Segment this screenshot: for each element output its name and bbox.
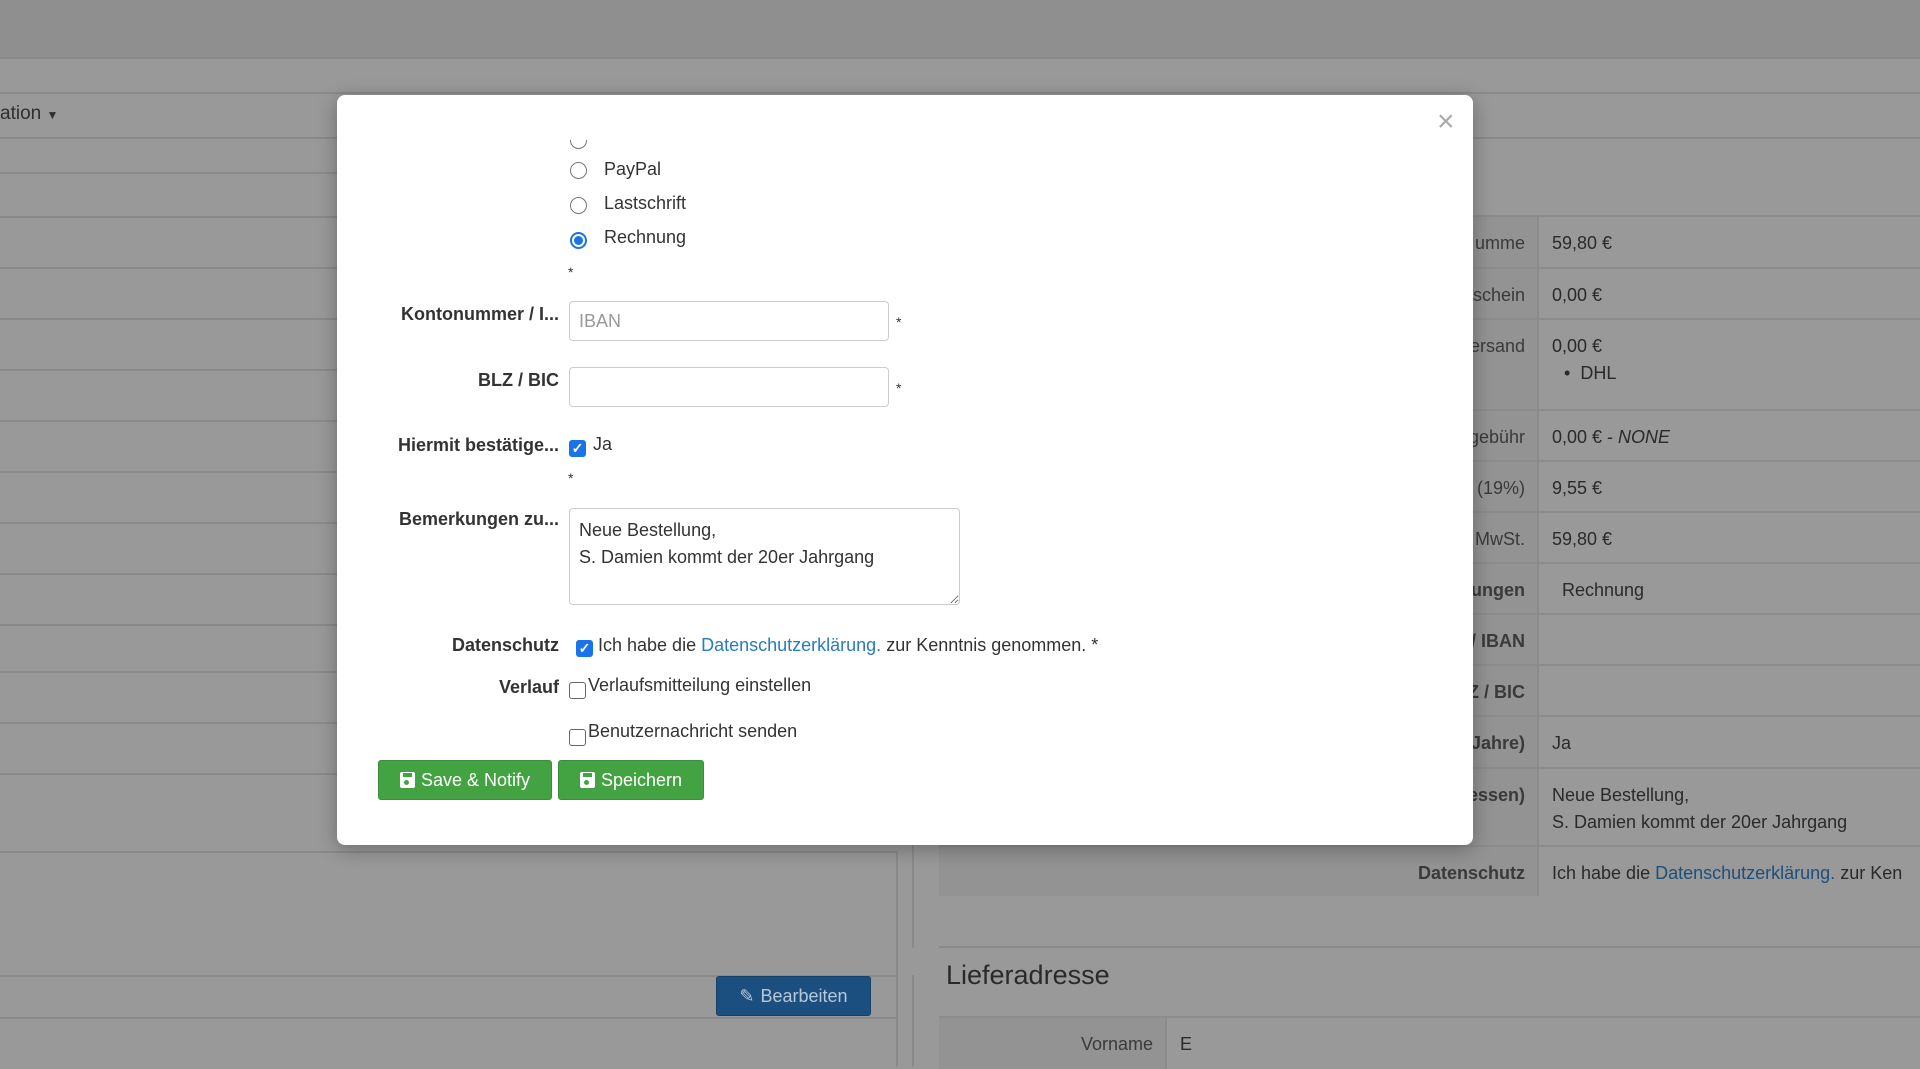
row-label: Vorname <box>939 1018 1167 1069</box>
divider <box>896 851 898 1067</box>
radio-paypal[interactable] <box>570 162 587 179</box>
row-value: Ja <box>1552 733 1571 754</box>
save-notify-label: Save & Notify <box>420 769 531 790</box>
history-checkbox[interactable] <box>569 682 586 699</box>
save-notify-button[interactable]: Save & Notify <box>378 760 552 800</box>
caret-down-icon: ▼ <box>46 108 59 122</box>
radio-label-paypal: PayPal <box>604 159 662 179</box>
privacy-policy-link[interactable]: Datenschutzerklärung. <box>701 635 881 655</box>
nav-dropdown[interactable]: ation ▼ <box>0 103 58 125</box>
iban-label: Kontonummer / I... <box>400 304 559 324</box>
divider <box>939 946 1920 948</box>
required-mark: * <box>568 470 574 486</box>
bic-label: BLZ / BIC <box>478 370 559 390</box>
remarks-textarea[interactable] <box>569 508 960 605</box>
row-value: 9,55 € <box>1552 478 1602 499</box>
row-value-after: zur Ken <box>1835 863 1903 883</box>
confirm-label: Hiermit bestätige... <box>397 435 559 455</box>
delivery-legend: Lieferadresse <box>943 960 1113 991</box>
row-value: Rechnung <box>1562 580 1644 601</box>
row-value-text: 0,00 € - <box>1552 427 1619 447</box>
radio-rechnung[interactable] <box>570 232 587 249</box>
row-value-text: Ich habe die <box>1552 863 1656 883</box>
row-value-em: NONE <box>1618 427 1671 447</box>
privacy-label: Datenschutz <box>451 635 559 655</box>
required-mark: * <box>568 264 574 280</box>
row-label: Datenschutz <box>939 847 1539 896</box>
remarks-label: Bemerkungen zu... <box>398 509 559 529</box>
confirm-checkbox[interactable]: ✓ <box>569 440 586 457</box>
row-value: E <box>1180 1034 1193 1054</box>
confirm-option-label: Ja <box>593 434 613 454</box>
history-option-label: Verlaufsmitteilung einstellen <box>588 675 812 695</box>
row-value: Ich habe die Datenschutzerklärung. zur K… <box>1552 863 1902 884</box>
bullet-icon: • <box>1564 363 1571 383</box>
close-icon[interactable]: × <box>1437 105 1455 139</box>
notify-user-checkbox[interactable] <box>569 729 586 746</box>
row-value-text: 59,80 € <box>1552 529 1613 549</box>
row-value: Neue Bestellung, S. Damien kommt der 20er… <box>1552 785 1847 833</box>
edit-button[interactable]: ✎ Bearbeiten <box>716 976 871 1016</box>
payment-modal: × PayPal Lastschrift Rechnung * Kontonum… <box>337 95 1473 845</box>
required-mark: * <box>896 314 902 330</box>
row-value-text: 9,55 € <box>1552 478 1603 498</box>
required-mark: * <box>896 380 902 396</box>
privacy-text: Ich habe die Datenschutzerklärung. zur K… <box>598 635 1098 656</box>
save-label: Speichern <box>600 769 683 790</box>
notify-user-label: Benutzernachricht senden <box>588 721 798 741</box>
row-value-text: Neue Bestellung, <box>1552 785 1690 805</box>
row-value: 0,00 € • DHL <box>1552 336 1616 384</box>
row-value: 59,80 € <box>1552 233 1612 254</box>
delivery-row: Vorname E <box>939 1016 1920 1069</box>
row-value: 0,00 € <box>1552 285 1602 306</box>
privacy-link[interactable]: Datenschutzerklärung. <box>1655 863 1835 883</box>
privacy-text-before: Ich habe die <box>598 635 702 655</box>
row-value-line2: S. Damien kommt der 20er Jahrgang <box>1552 812 1848 832</box>
row-value-text: Rechnung <box>1562 580 1645 600</box>
radio-label-rechnung: Rechnung <box>604 227 687 247</box>
privacy-text-after: zur Kenntnis genommen. * <box>881 635 1099 655</box>
divider <box>0 57 1920 59</box>
bic-input[interactable] <box>569 367 889 407</box>
divider <box>0 92 1920 94</box>
iban-input[interactable] <box>569 301 889 341</box>
radio-hidden-option[interactable] <box>570 140 587 149</box>
row-value: 59,80 € <box>1552 529 1612 550</box>
divider <box>912 975 914 1067</box>
radio-label-lastschrift: Lastschrift <box>604 193 687 213</box>
row-value: 0,00 € - NONE <box>1552 427 1670 448</box>
save-icon <box>399 772 415 788</box>
shipping-method: • DHL <box>1564 363 1616 384</box>
nav-dropdown-label: ation <box>0 103 42 124</box>
privacy-checkbox[interactable]: ✓ <box>576 640 593 657</box>
save-button[interactable]: Speichern <box>558 760 704 800</box>
row-value-text: 59,80 € <box>1552 233 1613 253</box>
row-value-text: 0,00 € <box>1552 336 1603 356</box>
edit-button-label: Bearbeiten <box>760 985 848 1006</box>
shipping-method-label: DHL <box>1580 363 1617 383</box>
divider <box>0 851 897 853</box>
top-navbar <box>0 0 1920 58</box>
history-label: Verlauf <box>498 677 559 697</box>
row-value-text: 0,00 € <box>1552 285 1603 305</box>
divider <box>0 1017 897 1019</box>
save-icon <box>579 772 595 788</box>
pencil-icon: ✎ <box>739 985 755 1006</box>
table-row: Datenschutz Ich habe die Datenschutzerklä… <box>939 845 1920 896</box>
radio-lastschrift[interactable] <box>570 197 587 214</box>
row-value-text: Ja <box>1552 733 1572 753</box>
